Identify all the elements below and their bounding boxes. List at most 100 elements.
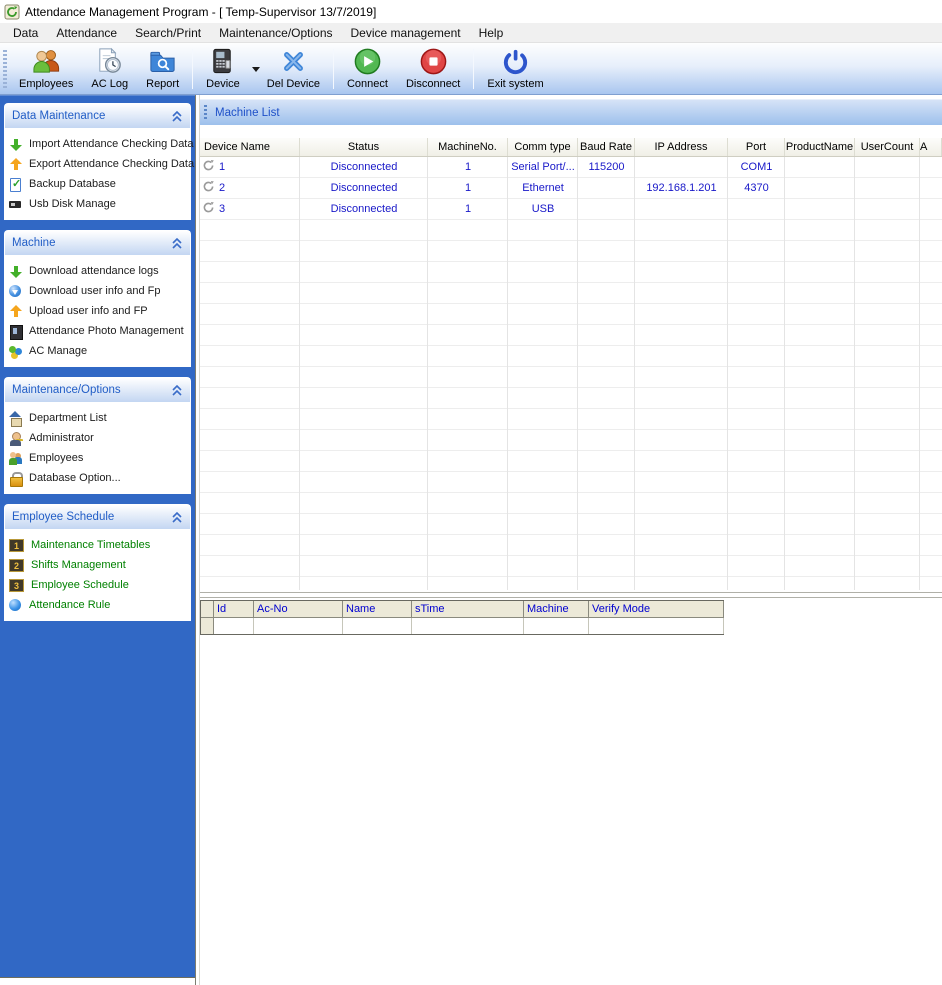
log-cell [412,618,524,634]
toolbar-button-label: Connect [346,78,388,90]
collapse-chevron-icon[interactable] [171,384,183,396]
sidebar-item[interactable]: Upload user info and FP [8,301,191,321]
column-header-machineno-[interactable]: MachineNo. [428,138,508,156]
sidebar-item[interactable]: Export Attendance Checking Data [8,154,194,174]
grid-line [784,157,785,590]
window-title: Attendance Management Program - [ Temp-S… [25,4,377,19]
sidebar-item[interactable]: Employee Schedule [8,575,191,595]
row-selector-header [201,601,214,618]
column-header-productname[interactable]: ProductName [785,138,855,156]
log-column-header-id[interactable]: Id [214,601,254,618]
log-cell [214,618,254,634]
toolbar-button-label: Disconnect [405,78,461,90]
log-column-header-machine[interactable]: Machine [524,601,589,618]
column-header-baud-rate[interactable]: Baud Rate [578,138,635,156]
machine-list-title: Machine List [215,106,280,119]
employees-small-icon [8,451,23,466]
toolbar-button-label: Exit system [487,78,544,90]
machine-row[interactable]: 2 Disconnected 1 Ethernet 192.168.1.201 4370 [200,178,942,199]
disconnect-button[interactable]: Disconnect [397,45,469,93]
sidebar-item[interactable]: Download attendance logs [8,261,191,281]
column-header-ip-address[interactable]: IP Address [635,138,728,156]
timetable-2-icon [9,558,24,572]
log-column-header-name[interactable]: Name [343,601,412,618]
section-header[interactable]: Data Maintenance [4,103,191,128]
export-arrow-icon [8,157,23,172]
sidebar-item[interactable]: Attendance Rule [8,595,191,615]
connect-button[interactable]: Connect [338,45,397,93]
sidebar-item[interactable]: Backup Database [8,174,191,194]
log-cell [343,618,412,634]
column-header-status[interactable]: Status [300,138,428,156]
cell-comm-type: Ethernet [522,182,564,194]
column-header-port[interactable]: Port [728,138,785,156]
device-button[interactable]: Device [197,45,260,93]
column-header-comm-type[interactable]: Comm type [508,138,578,156]
device-icon [202,159,215,172]
column-header-usercount[interactable]: UserCount [855,138,920,156]
backup-database-icon [8,177,23,192]
log-column-header-stime[interactable]: sTime [412,601,524,618]
collapse-chevron-icon[interactable] [171,110,183,122]
log-column-header-verify-mode[interactable]: Verify Mode [589,601,724,618]
toolbar-grip[interactable] [3,50,7,88]
usb-disk-icon [8,197,23,212]
sidebar-item[interactable]: Usb Disk Manage [8,194,191,214]
log-empty-row[interactable] [201,618,724,634]
sidebar-item[interactable]: AC Manage [8,341,191,361]
machine-list-body: 1 Disconnected 1 Serial Port/... 115200 COM1 2… [200,157,942,590]
section-header[interactable]: Machine [4,230,191,255]
upload-user-icon [8,304,23,319]
collapse-chevron-icon[interactable] [171,511,183,523]
section-header[interactable]: Employee Schedule [4,504,191,529]
toolbar-separator [473,49,475,89]
log-column-header-ac-no[interactable]: Ac-No [254,601,343,618]
del-device-button[interactable]: Del Device [258,45,329,93]
cell-baud-rate [578,199,635,220]
cell-port: COM1 [740,161,773,173]
section-header[interactable]: Maintenance/Options [4,377,191,402]
menu-item[interactable]: Attendance [47,24,126,42]
grid-line [577,157,578,590]
title-bar: Attendance Management Program - [ Temp-S… [0,0,942,23]
menu-item[interactable]: Search/Print [126,24,210,42]
sidebar-item[interactable]: Shifts Management [8,555,191,575]
sidebar-item[interactable]: Download user info and Fp [8,281,191,301]
cell-ip-address [635,157,728,178]
app-icon[interactable] [4,4,20,20]
delete-device-icon [278,46,309,77]
menu-item[interactable]: Device management [342,24,470,42]
machine-row[interactable]: 3 Disconnected 1 USB [200,199,942,220]
grid-line [507,157,508,590]
machine-row[interactable]: 1 Disconnected 1 Serial Port/... 115200 COM1 [200,157,942,178]
sidebar-item[interactable]: Import Attendance Checking Data [8,134,193,154]
cell-comm-type: Serial Port/... [511,161,575,173]
database-lock-icon [8,471,23,487]
cell-ip-address [635,199,728,220]
log-cell [254,618,343,634]
caption-grip[interactable] [204,105,207,120]
menu-bar: Data Attendance Search/Print Maintenance… [0,23,942,43]
sidebar-item[interactable]: Department List [8,408,191,428]
ac-log-button[interactable]: AC Log [82,45,137,93]
collapse-chevron-icon[interactable] [171,237,183,249]
timetable-1-icon [9,538,24,552]
machine-list-caption-bar: Machine List [200,99,942,125]
menu-item[interactable]: Help [470,24,513,42]
cell-productname [785,178,855,199]
machine-list-header-row: Device Name Status MachineNo. Comm type Baud… [200,138,942,157]
column-header-device-name[interactable]: Device Name [200,138,300,156]
employees-button[interactable]: Employees [10,45,82,93]
menu-item[interactable]: Maintenance/Options [210,24,341,42]
pane-splitter[interactable] [200,592,942,598]
cell-baud-rate: 115200 [588,161,625,173]
report-button[interactable]: Report [137,45,188,93]
sidebar-item[interactable]: Administrator [8,428,191,448]
sidebar-item[interactable]: Maintenance Timetables [8,535,191,555]
menu-item[interactable]: Data [4,24,47,42]
sidebar-item[interactable]: Employees [8,448,191,468]
exit-system-button[interactable]: Exit system [478,45,552,93]
sidebar-item[interactable]: Attendance Photo Management [8,321,191,341]
sidebar-item[interactable]: Database Option... [8,468,191,488]
column-header-a[interactable]: A [920,138,942,156]
